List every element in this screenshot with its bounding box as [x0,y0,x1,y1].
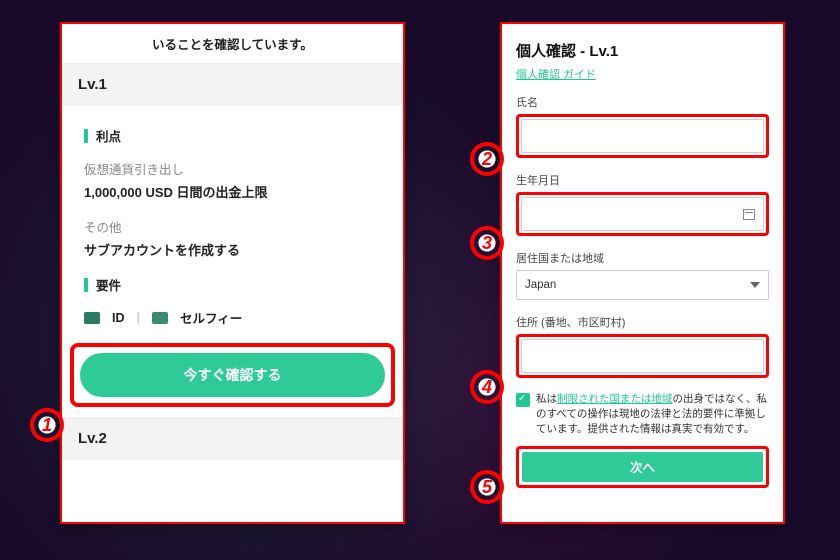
panel-title: 個人確認 - Lv.1 [516,40,769,61]
next-button[interactable]: 次へ [522,452,763,482]
confirm-now-button[interactable]: 今すぐ確認する [80,353,385,397]
consent-checkbox[interactable] [516,393,530,407]
highlight-box-2 [516,114,769,158]
highlight-box-3 [516,192,769,236]
country-select[interactable]: Japan [516,270,769,300]
marker-2-icon: 2 [470,142,504,176]
address-label: 住所 (番地、市区町村) [516,314,769,330]
address-input[interactable] [521,339,764,373]
req-id-text: ID [112,311,125,325]
requirements-row: ID | セルフィー [84,308,381,327]
restricted-countries-link[interactable]: 制限された国または地域 [557,393,673,405]
guide-link[interactable]: 個人確認 ガイド [516,66,596,82]
consent-text: 私は制限された国または地域の出身ではなく、私のすべての操作は現地の法律と法的要件… [536,392,769,438]
lv1-header[interactable]: Lv.1 [62,63,403,106]
consent-row[interactable]: 私は制限された国または地域の出身ではなく、私のすべての操作は現地の法律と法的要件… [516,392,769,438]
crypto-withdraw-value: 1,000,000 USD 日間の出金上限 [84,182,381,201]
crypto-withdraw-label: 仮想通貨引き出し [84,159,381,178]
lv1-body: 利点 仮想通貨引き出し 1,000,000 USD 日間の出金上限 その他 サブ… [62,106,403,341]
requirements-label: 要件 [96,275,121,294]
divider-icon: | [137,311,141,325]
calendar-icon [743,209,755,220]
dob-label: 生年月日 [516,172,769,188]
kyc-form-panel: 個人確認 - Lv.1 個人確認 ガイド 氏名 生年月日 居住国または地域 Ja… [500,22,785,524]
benefits-section: 利点 [84,126,381,145]
green-bar-icon [84,278,88,292]
lv2-header[interactable]: Lv.2 [62,417,403,460]
requirements-section: 要件 [84,275,381,294]
marker-5-icon: 5 [470,470,504,504]
name-input[interactable] [521,119,764,153]
kyc-levels-panel: いることを確認しています。 Lv.1 利点 仮想通貨引き出し 1,000,000… [60,22,405,524]
other-label: その他 [84,217,381,236]
marker-3-icon: 3 [470,226,504,260]
marker-4-icon: 4 [470,370,504,404]
name-label: 氏名 [516,94,769,110]
top-banner-text: いることを確認しています。 [62,24,403,63]
dob-input[interactable] [521,197,764,231]
req-selfie-text: セルフィー [180,308,242,327]
benefits-label: 利点 [96,126,121,145]
highlight-box-4 [516,334,769,378]
highlight-box-1: 今すぐ確認する [70,343,395,407]
country-value: Japan [525,279,556,291]
highlight-box-5: 次へ [516,446,769,488]
other-value: サブアカウントを作成する [84,240,381,259]
marker-1-icon: 1 [30,408,64,442]
id-card-icon [84,312,100,324]
country-label: 居住国または地域 [516,250,769,266]
selfie-icon [152,312,168,324]
chevron-down-icon [750,282,760,288]
green-bar-icon [84,129,88,143]
